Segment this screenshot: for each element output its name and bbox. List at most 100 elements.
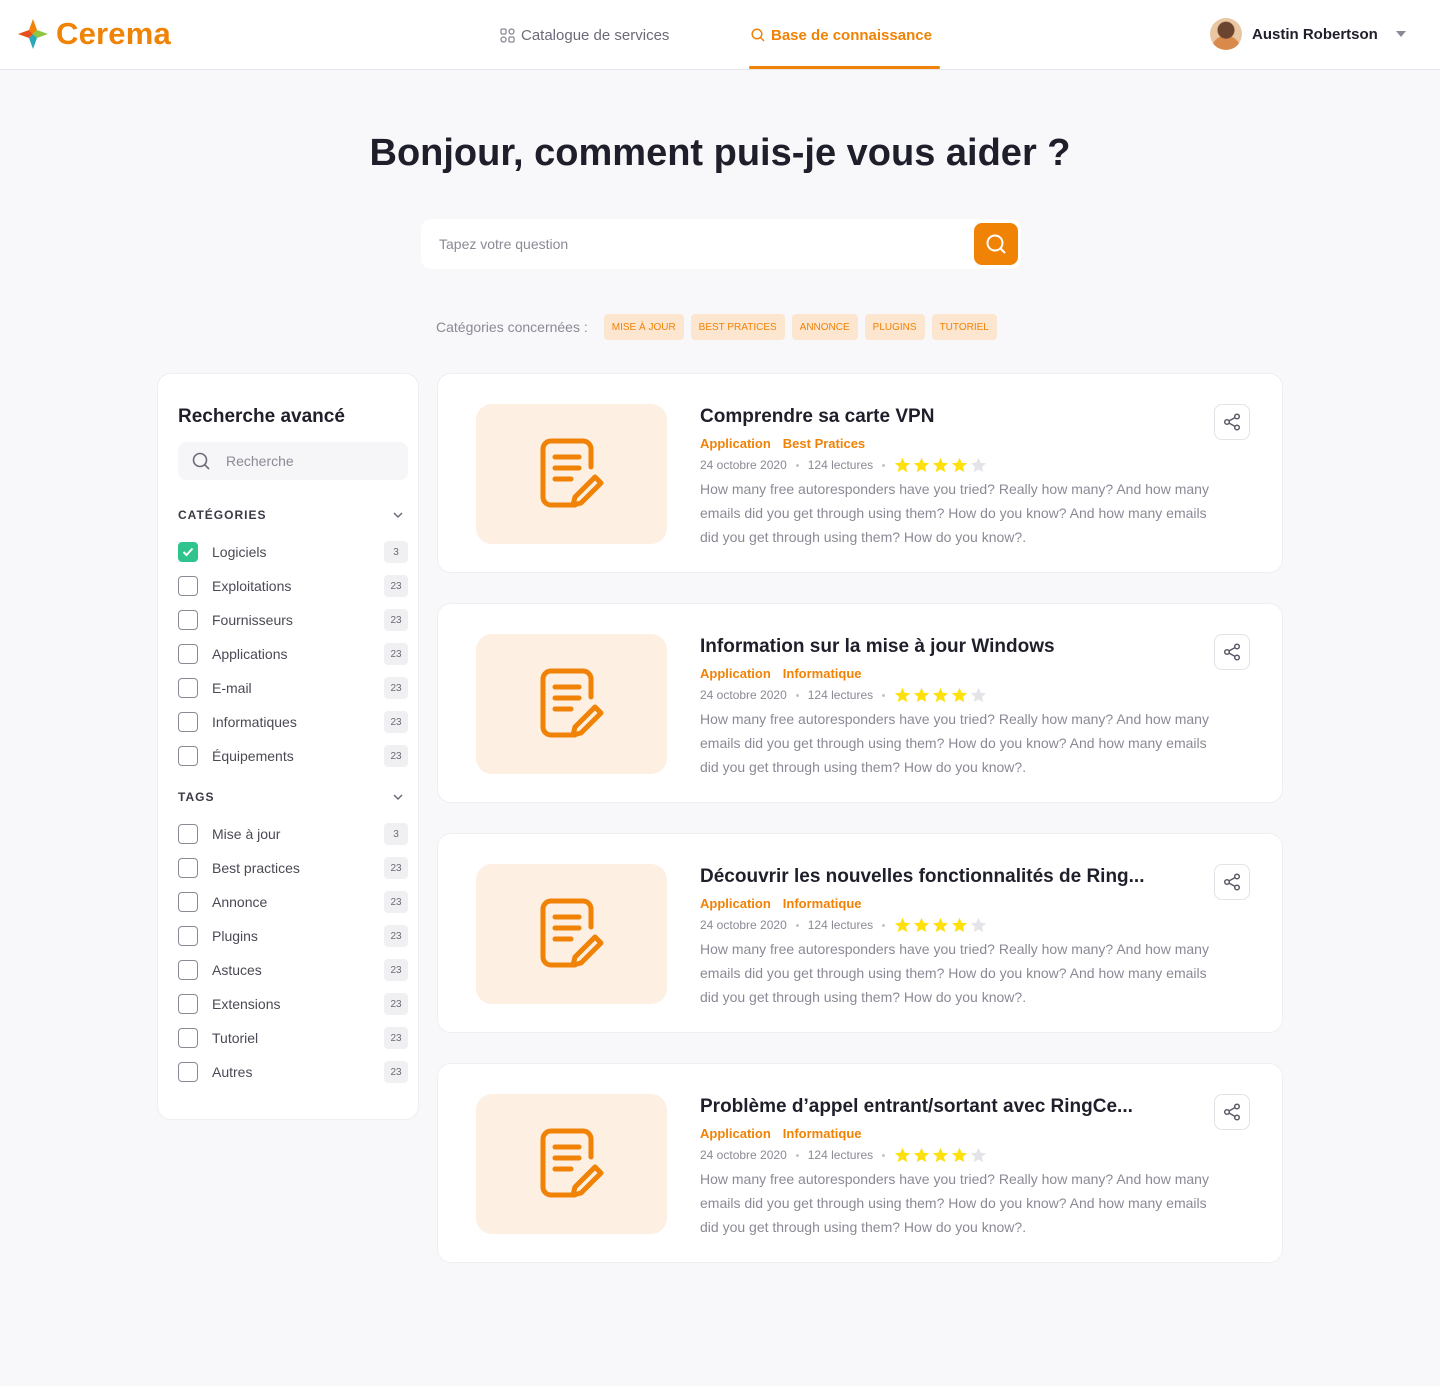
checkbox[interactable] bbox=[178, 576, 198, 596]
article-meta: 24 octobre 2020 124 lectures bbox=[700, 686, 987, 704]
tag-filter-item[interactable]: Tutoriel 23 bbox=[178, 1021, 408, 1055]
count-badge: 23 bbox=[384, 575, 408, 597]
checkbox[interactable] bbox=[178, 712, 198, 732]
category-chip[interactable]: BEST PRATICES bbox=[690, 314, 785, 340]
article-card[interactable]: Découvrir les nouvelles fonctionnalités … bbox=[437, 833, 1283, 1033]
tag-filter-item[interactable]: Annonce 23 bbox=[178, 885, 408, 919]
article-tag[interactable]: Application bbox=[700, 1126, 771, 1141]
filter-label: Autres bbox=[212, 1064, 253, 1080]
article-title[interactable]: Information sur la mise à jour Windows bbox=[700, 636, 1055, 658]
article-tag[interactable]: Informatique bbox=[783, 896, 862, 911]
article-title[interactable]: Problème d’appel entrant/sortant avec Ri… bbox=[700, 1096, 1133, 1118]
checkbox[interactable] bbox=[178, 644, 198, 664]
tag-filter-item[interactable]: Best practices 23 bbox=[178, 851, 408, 885]
share-button[interactable] bbox=[1214, 404, 1250, 440]
category-filter-item[interactable]: Informatiques 23 bbox=[178, 705, 408, 739]
category-filter-item[interactable]: Fournisseurs 23 bbox=[178, 603, 408, 637]
tags-section-toggle[interactable]: TAGS bbox=[178, 787, 404, 807]
checkbox[interactable] bbox=[178, 824, 198, 844]
article-tag[interactable]: Application bbox=[700, 666, 771, 681]
category-filter-item[interactable]: Logiciels 3 bbox=[178, 535, 408, 569]
category-chip[interactable]: PLUGINS bbox=[864, 314, 925, 340]
main-search-button[interactable] bbox=[974, 223, 1018, 265]
checkbox[interactable] bbox=[178, 542, 198, 562]
article-tag[interactable]: Best Pratices bbox=[783, 436, 865, 451]
share-button[interactable] bbox=[1214, 1094, 1250, 1130]
separator-dot bbox=[882, 1153, 886, 1157]
share-button[interactable] bbox=[1214, 634, 1250, 670]
article-card[interactable]: Information sur la mise à jour Windows Ap… bbox=[437, 603, 1283, 803]
tag-filter-item[interactable]: Mise à jour 3 bbox=[178, 817, 408, 851]
star-icon bbox=[970, 1147, 987, 1163]
count-badge: 23 bbox=[384, 711, 408, 733]
main-search-input[interactable] bbox=[439, 219, 959, 269]
rating-stars bbox=[894, 917, 987, 933]
checkbox[interactable] bbox=[178, 960, 198, 980]
sidebar-search-input[interactable] bbox=[226, 442, 396, 480]
article-thumbnail bbox=[476, 634, 667, 774]
article-tag[interactable]: Informatique bbox=[783, 1126, 862, 1141]
filter-label: Tutoriel bbox=[212, 1030, 259, 1046]
category-chip[interactable]: ANNONCE bbox=[791, 314, 858, 340]
category-filter-item[interactable]: Exploitations 23 bbox=[178, 569, 408, 603]
rating-stars bbox=[894, 457, 987, 473]
article-card[interactable]: Problème d’appel entrant/sortant avec Ri… bbox=[437, 1063, 1283, 1263]
checkbox[interactable] bbox=[178, 926, 198, 946]
filter-label: Logiciels bbox=[212, 544, 267, 560]
star-icon bbox=[951, 457, 968, 473]
tag-filter-item[interactable]: Autres 23 bbox=[178, 1055, 408, 1089]
count-badge: 23 bbox=[384, 959, 408, 981]
separator-dot bbox=[795, 693, 799, 697]
nav-catalogue[interactable]: Catalogue de services bbox=[500, 0, 669, 70]
category-filter-item[interactable]: E-mail 23 bbox=[178, 671, 408, 705]
separator-dot bbox=[882, 463, 886, 467]
share-icon bbox=[1223, 413, 1241, 431]
count-badge: 23 bbox=[384, 993, 408, 1015]
checkbox[interactable] bbox=[178, 1062, 198, 1082]
nav-knowledge-base[interactable]: Base de connaissance bbox=[751, 0, 932, 70]
star-icon bbox=[970, 687, 987, 703]
category-filter-item[interactable]: Applications 23 bbox=[178, 637, 408, 671]
article-thumbnail bbox=[476, 864, 667, 1004]
article-title[interactable]: Comprendre sa carte VPN bbox=[700, 406, 934, 428]
tag-filter-item[interactable]: Astuces 23 bbox=[178, 953, 408, 987]
tag-filter-item[interactable]: Extensions 23 bbox=[178, 987, 408, 1021]
user-name: Austin Robertson bbox=[1252, 25, 1378, 43]
checkbox[interactable] bbox=[178, 678, 198, 698]
count-badge: 23 bbox=[384, 1061, 408, 1083]
categories-section-toggle[interactable]: CATÉGORIES bbox=[178, 505, 404, 525]
checkbox[interactable] bbox=[178, 892, 198, 912]
star-icon bbox=[894, 687, 911, 703]
share-icon bbox=[1223, 1103, 1241, 1121]
checkbox[interactable] bbox=[178, 994, 198, 1014]
rating-stars bbox=[894, 1147, 987, 1163]
category-chip[interactable]: MISE À JOUR bbox=[603, 314, 684, 340]
user-menu[interactable]: Austin Robertson bbox=[1210, 18, 1406, 50]
chevron-down-icon[interactable] bbox=[1396, 31, 1406, 37]
advanced-search-title: Recherche avancé bbox=[178, 406, 345, 427]
article-title[interactable]: Découvrir les nouvelles fonctionnalités … bbox=[700, 866, 1145, 888]
article-tag[interactable]: Application bbox=[700, 436, 771, 451]
filter-label: Plugins bbox=[212, 928, 258, 944]
document-edit-icon bbox=[540, 898, 603, 968]
category-filter-item[interactable]: Équipements 23 bbox=[178, 739, 408, 773]
categories-list: Logiciels 3 Exploitations 23 Fournisseurs 23 A… bbox=[178, 535, 408, 773]
article-card[interactable]: Comprendre sa carte VPN Application Best P… bbox=[437, 373, 1283, 573]
checkbox[interactable] bbox=[178, 610, 198, 630]
share-button[interactable] bbox=[1214, 864, 1250, 900]
star-icon bbox=[951, 1147, 968, 1163]
brand-logo[interactable]: Cerema bbox=[16, 15, 171, 53]
article-tag[interactable]: Application bbox=[700, 896, 771, 911]
checkbox[interactable] bbox=[178, 1028, 198, 1048]
tag-filter-item[interactable]: Plugins 23 bbox=[178, 919, 408, 953]
article-tag[interactable]: Informatique bbox=[783, 666, 862, 681]
search-icon bbox=[751, 28, 765, 42]
document-edit-icon bbox=[540, 1128, 603, 1198]
star-icon bbox=[913, 457, 930, 473]
checkbox[interactable] bbox=[178, 746, 198, 766]
category-chip[interactable]: TUTORIEL bbox=[931, 314, 997, 340]
checkbox[interactable] bbox=[178, 858, 198, 878]
star-icon bbox=[932, 1147, 949, 1163]
document-edit-icon bbox=[540, 438, 603, 508]
main-search bbox=[421, 219, 1021, 269]
